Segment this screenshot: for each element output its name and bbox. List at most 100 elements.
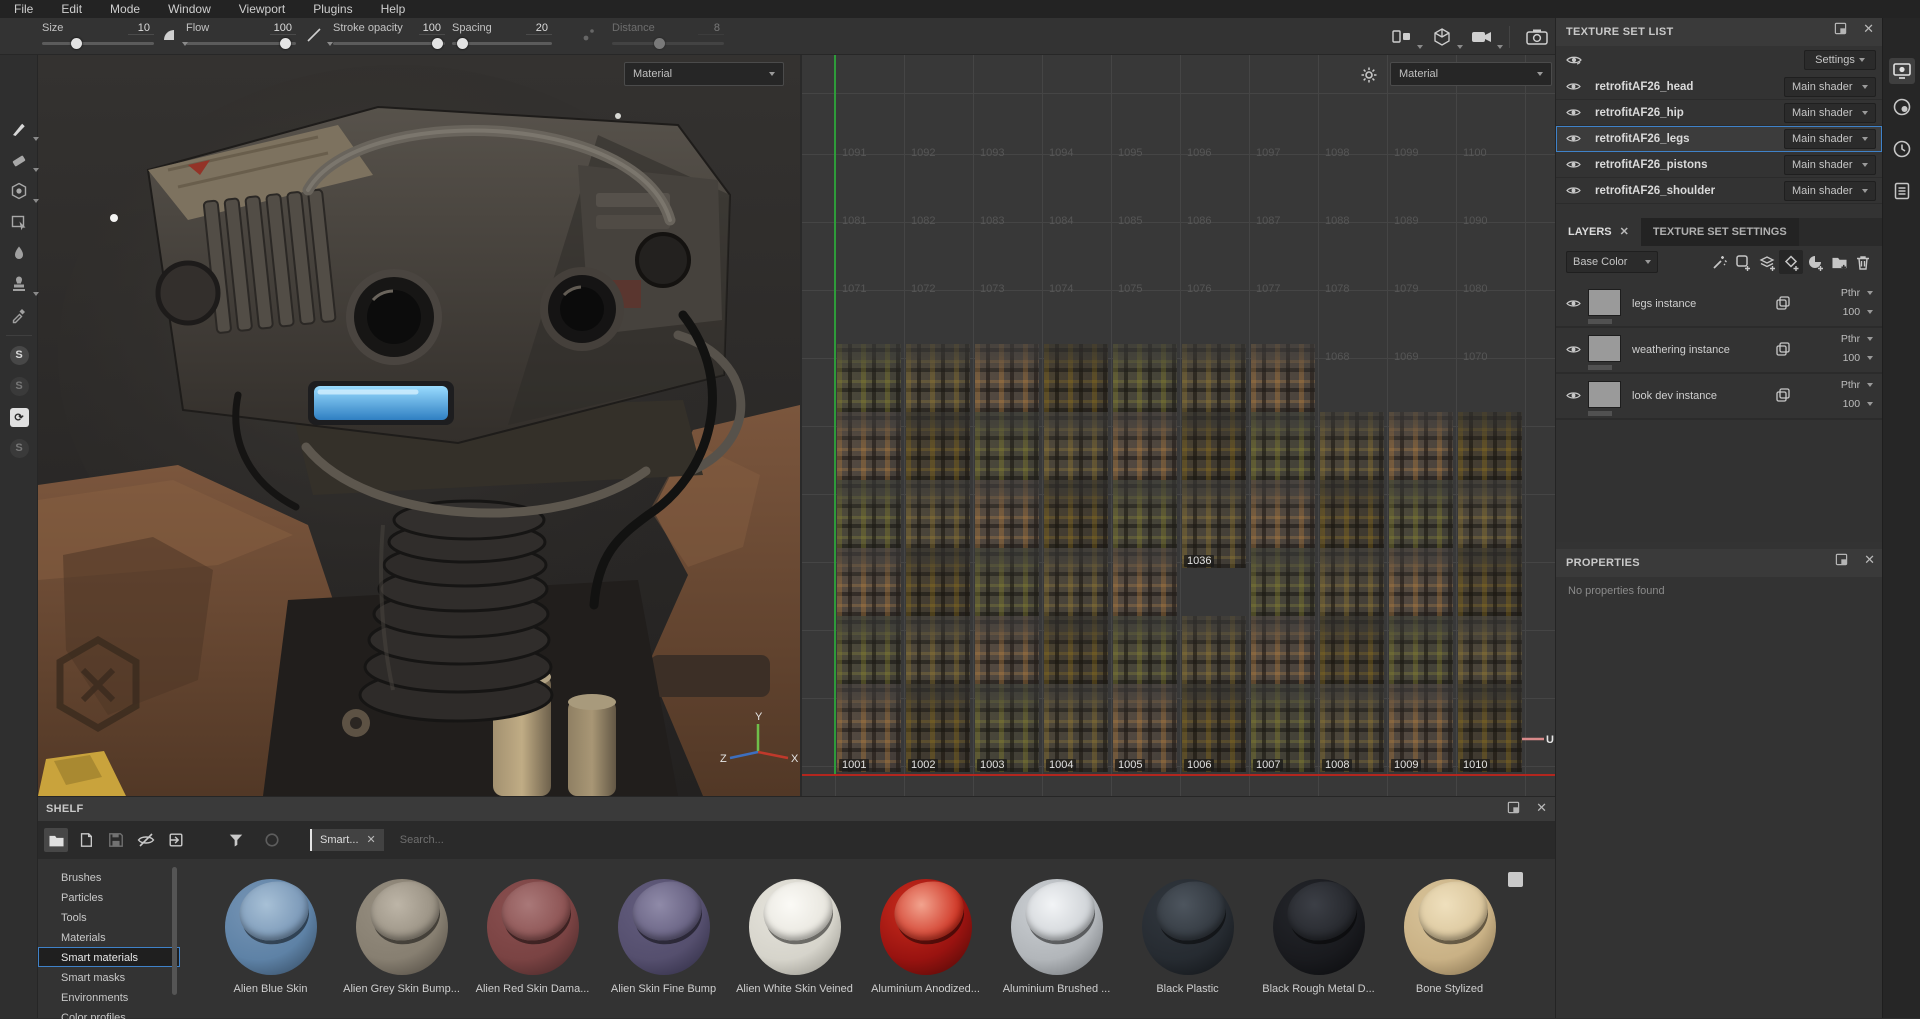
material-item-alien-blue-skin[interactable]: Alien Blue Skin: [205, 859, 336, 1019]
add-folder-icon[interactable]: [1827, 250, 1851, 274]
properties-header[interactable]: PROPERTIES ✕: [1556, 549, 1883, 577]
udim-tile-1008[interactable]: 1008: [1318, 706, 1387, 774]
slider-value-field[interactable]: 8: [698, 22, 724, 35]
texture-set-list-header[interactable]: TEXTURE SET LIST ✕: [1556, 18, 1882, 46]
shelf-category-particles[interactable]: Particles: [38, 887, 180, 907]
udim-tile-1036[interactable]: 1036: [1180, 502, 1249, 570]
plugin-substance-dim-icon[interactable]: S: [7, 374, 31, 398]
udim-tile-1096[interactable]: 1096: [1180, 94, 1249, 162]
menu-mode[interactable]: Mode: [96, 2, 154, 16]
udim-tile-1087[interactable]: 1087: [1249, 162, 1318, 230]
material-item-black-rough-metal-d[interactable]: Black Rough Metal D...: [1253, 859, 1384, 1019]
plugin-substance-icon[interactable]: S: [7, 343, 31, 367]
visibility-eye-icon[interactable]: [1566, 184, 1581, 197]
layer-visibility-eye-icon[interactable]: [1566, 389, 1581, 402]
add-mask-stack-icon[interactable]: [1755, 250, 1779, 274]
shelf-category-materials[interactable]: Materials: [38, 927, 180, 947]
polygon-fill-tool-icon[interactable]: [7, 210, 31, 234]
add-smart-material-wand-icon[interactable]: [1707, 250, 1731, 274]
visibility-eye-icon[interactable]: [1566, 158, 1581, 171]
add-fill-layer-icon[interactable]: [1779, 250, 1803, 274]
udim-tile-1009[interactable]: 1009: [1387, 706, 1456, 774]
udim-tile-1100[interactable]: 1100: [1456, 94, 1525, 162]
texture-set-row-retrofitaf26-head[interactable]: retrofitAF26_head Main shader: [1556, 74, 1882, 100]
udim-tile-1078[interactable]: 1078: [1318, 230, 1387, 298]
close-icon[interactable]: ✕: [1863, 22, 1874, 35]
layer-row-weathering-instance[interactable]: weathering instance Pthr 100: [1556, 328, 1883, 374]
stroke-preset-icon[interactable]: [303, 24, 325, 46]
tab-texture-set-settings[interactable]: TEXTURE SET SETTINGS: [1641, 218, 1799, 246]
viewport-2d-uv[interactable]: 1091 1092 1093 1094 1095 1096 1097 1098 …: [800, 55, 1555, 796]
shelf-category-brushes[interactable]: Brushes: [38, 867, 180, 887]
slider-value-field[interactable]: 10: [128, 22, 154, 35]
layer-opacity-select[interactable]: 100: [1843, 306, 1873, 318]
thumbnail-size-toggle[interactable]: [1508, 872, 1523, 887]
shader-select[interactable]: Main shader: [1784, 129, 1876, 149]
brush-preset-icon[interactable]: [158, 24, 180, 46]
udim-tile-1081[interactable]: 1081: [835, 162, 904, 230]
popout-icon[interactable]: [1835, 553, 1848, 566]
layer-opacity-select[interactable]: 100: [1843, 352, 1873, 364]
popout-icon[interactable]: [1834, 22, 1847, 35]
shader-select[interactable]: Main shader: [1784, 181, 1876, 201]
udim-tile-1076[interactable]: 1076: [1180, 230, 1249, 298]
texture-set-settings-button[interactable]: Settings: [1804, 50, 1876, 70]
slider-knob[interactable]: [457, 38, 468, 49]
material-item-alien-grey-skin-bump[interactable]: Alien Grey Skin Bump...: [336, 859, 467, 1019]
material-item-bone-stylized[interactable]: Bone Stylized: [1384, 859, 1515, 1019]
udim-tile-1099[interactable]: 1099: [1387, 94, 1456, 162]
eraser-tool-icon[interactable]: [7, 148, 31, 172]
udim-tile-1071[interactable]: 1071: [835, 230, 904, 298]
udim-tile-1082[interactable]: 1082: [904, 162, 973, 230]
viewport-3d[interactable]: Material Y X Z: [38, 55, 800, 796]
udim-tile-1007[interactable]: 1007: [1249, 706, 1318, 774]
slider-track[interactable]: [186, 42, 296, 45]
hide-resources-eye-slash-icon[interactable]: [134, 828, 158, 852]
layer-row-look-dev-instance[interactable]: look dev instance Pthr 100: [1556, 374, 1883, 420]
shelf-search-input[interactable]: [400, 828, 800, 852]
visibility-eye-icon[interactable]: [1566, 132, 1581, 145]
shelf-category-smart-masks[interactable]: Smart masks: [38, 967, 180, 987]
material-item-black-plastic[interactable]: Black Plastic: [1122, 859, 1253, 1019]
slider-track[interactable]: [42, 42, 154, 45]
channel-select[interactable]: Base Color: [1566, 251, 1658, 273]
shelf-category-color-profiles[interactable]: Color profiles: [38, 1007, 180, 1019]
paint-tool-icon[interactable]: [7, 117, 31, 141]
udim-tile-1083[interactable]: 1083: [973, 162, 1042, 230]
smudge-tool-icon[interactable]: [7, 241, 31, 265]
material-item-alien-skin-fine-bump[interactable]: Alien Skin Fine Bump: [598, 859, 729, 1019]
shader-select[interactable]: Main shader: [1784, 103, 1876, 123]
visibility-eye-icon[interactable]: [1566, 106, 1581, 119]
screenshot-camera-icon[interactable]: [1524, 25, 1550, 49]
udim-tile-1010[interactable]: 1010: [1456, 706, 1525, 774]
udim-tile-1079[interactable]: 1079: [1387, 230, 1456, 298]
save-icon[interactable]: [104, 828, 128, 852]
udim-tile-1003[interactable]: 1003: [973, 706, 1042, 774]
menu-window[interactable]: Window: [154, 2, 225, 16]
material-item-aluminium-brushed[interactable]: Aluminium Brushed ...: [991, 859, 1122, 1019]
udim-tile-1002[interactable]: 1002: [904, 706, 973, 774]
menu-plugins[interactable]: Plugins: [299, 2, 366, 16]
menu-file[interactable]: File: [0, 2, 47, 16]
udim-tile-1072[interactable]: 1072: [904, 230, 973, 298]
udim-tile-1085[interactable]: 1085: [1111, 162, 1180, 230]
layer-thumbnail[interactable]: [1588, 335, 1621, 362]
layer-thumbnail[interactable]: [1588, 289, 1621, 316]
udim-tile-1090[interactable]: 1090: [1456, 162, 1525, 230]
texture-set-row-retrofitaf26-legs[interactable]: retrofitAF26_legs Main shader: [1556, 126, 1882, 152]
categories-scrollbar[interactable]: [172, 867, 177, 995]
add-paint-layer-icon[interactable]: [1803, 250, 1827, 274]
import-resources-icon[interactable]: [164, 828, 188, 852]
toggle-all-visibility-icon[interactable]: [1566, 53, 1582, 67]
menu-edit[interactable]: Edit: [47, 2, 96, 16]
texture-set-row-retrofitaf26-hip[interactable]: retrofitAF26_hip Main shader: [1556, 100, 1882, 126]
udim-tile-1074[interactable]: 1074: [1042, 230, 1111, 298]
shading-mode-select-3d[interactable]: Material: [624, 62, 784, 86]
udim-tile-1001[interactable]: 1001: [835, 706, 904, 774]
layer-row-legs-instance[interactable]: legs instance Pthr 100: [1556, 282, 1883, 328]
shelf-folder-icon[interactable]: [44, 828, 68, 852]
tab-layers[interactable]: LAYERS ✕: [1556, 218, 1641, 246]
udim-tile-1086[interactable]: 1086: [1180, 162, 1249, 230]
perspective-cube-icon[interactable]: [1429, 25, 1455, 49]
udim-tile-1094[interactable]: 1094: [1042, 94, 1111, 162]
